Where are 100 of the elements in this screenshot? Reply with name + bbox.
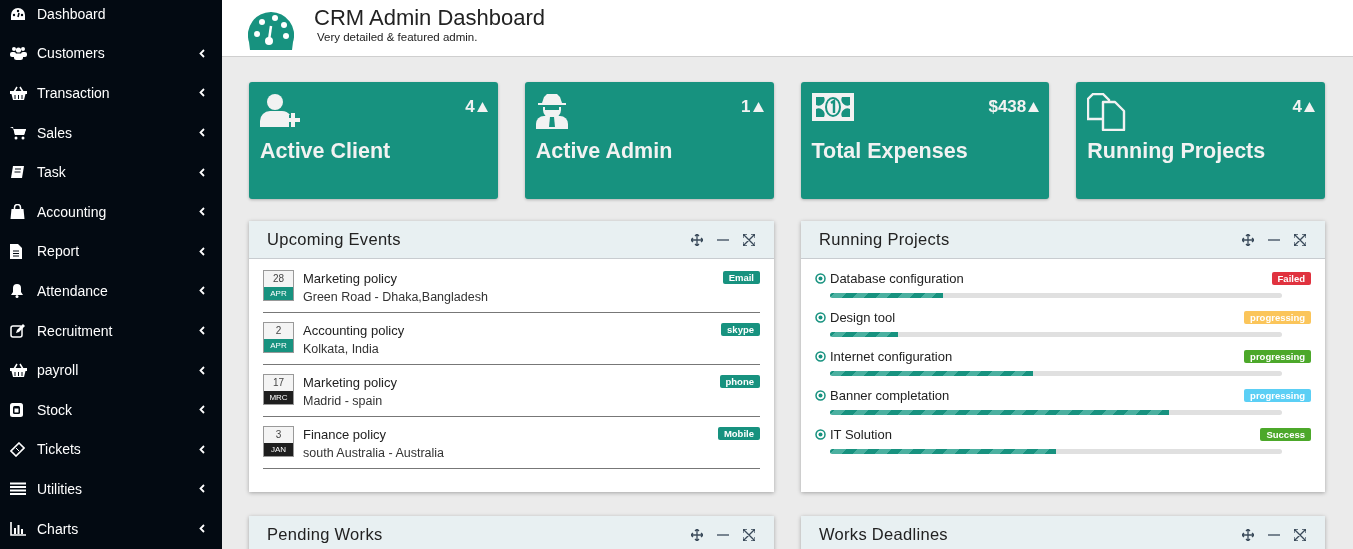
sidebar-item[interactable]: Transaction [0,73,222,113]
status-tag: progressing [1244,389,1311,402]
chevron-icon [199,207,205,217]
basket-icon [10,363,27,378]
event-place: Madrid - spain [303,394,384,408]
bell-icon [10,283,24,299]
status-tag: progressing [1244,311,1311,324]
target-icon [815,351,826,362]
status-tag: Failed [1271,272,1311,285]
date-day: 17 [264,375,293,391]
minimize-icon [1268,238,1280,241]
date-month: JAN [264,443,293,456]
book-icon [10,165,25,180]
page-subtitle: Very detailed & featured admin. [317,31,479,43]
chevron-icon [199,524,205,533]
document-icon [10,243,22,259]
project-name: IT Solution [830,427,893,442]
event-title: Finance policy [303,427,388,442]
project-name: Database configuration [830,271,965,286]
move-icon [691,233,703,246]
cart-icon [10,125,26,140]
spy-icon [535,93,568,129]
chevron-icon [199,444,205,454]
move-icon [1242,233,1254,246]
up-triangle-icon [476,102,488,112]
panel-title: Upcoming Events [267,230,402,249]
users-icon [10,46,27,61]
event-tag: Email [722,271,760,284]
event-place: Kolkata, India [303,342,380,356]
sidebar-item[interactable]: Sales [0,112,222,153]
stat-value: $438 [988,97,1027,117]
sidebar-item[interactable]: Dashboard [0,0,222,34]
basket-icon [10,86,27,100]
sidebar-item[interactable]: Tickets [0,429,222,470]
banknote-icon [811,93,854,121]
up-triangle-icon [1028,102,1040,112]
edit-icon [10,323,25,338]
up-triangle-icon [752,102,764,112]
sidebar-item[interactable]: Report [0,231,222,272]
sidebar-item[interactable]: Charts [0,508,222,549]
sidebar-item[interactable]: Task [0,152,222,192]
stat-value: 1 [741,97,751,117]
date-month: MRC [264,391,293,404]
project-name: Internet configuration [830,349,954,364]
target-icon [815,429,826,440]
event-tag: Mobile [717,427,760,440]
project-name: Design tool [830,310,897,325]
dashboard-icon [248,12,294,50]
target-icon [815,390,826,401]
minimize-icon [717,238,729,241]
chevron-icon [199,128,205,138]
event-place: south Australia - Australia [303,446,446,460]
event-place: Green Road - Dhaka,Bangladesh [303,290,489,304]
expand-icon [743,528,755,541]
stat-value: 4 [465,97,475,117]
date-month: APR [264,339,293,352]
sidebar-item[interactable]: Recruitment [0,310,222,351]
date-month: APR [264,287,293,300]
chevron-icon [199,365,205,375]
stat-label: Active Admin [535,139,674,164]
ticket-icon [10,441,25,457]
panel-title: Running Projects [819,230,951,249]
stat-label: Running Projects [1087,139,1267,164]
expand-icon [1294,528,1306,541]
event-tag: skype [721,323,760,336]
event-tag: phone [719,375,760,388]
minimize-icon [717,533,729,536]
sidebar-item[interactable]: Customers [0,33,222,74]
sidebar-item[interactable]: Accounting [0,191,222,232]
chevron-icon [199,167,205,177]
event-title: Accounting policy [303,323,406,338]
sidebar-item[interactable]: payroll [0,350,222,390]
panel-title: Works Deadlines [819,525,949,544]
move-icon [1242,528,1254,541]
chevron-icon [199,484,205,494]
status-tag: Success [1260,428,1311,441]
bar-chart-icon [10,521,26,536]
event-title: Marketing policy [303,375,398,390]
page-title: CRM Admin Dashboard [314,5,546,31]
date-day: 3 [264,427,293,443]
copy-documents-icon [1087,93,1127,131]
sidebar-item[interactable]: Attendance [0,271,222,311]
chevron-icon [199,48,205,58]
sidebar-item[interactable]: Utilities [0,469,222,509]
project-name: Banner completation [830,388,951,403]
target-icon [815,312,826,323]
chevron-icon [199,286,205,296]
status-tag: progressing [1244,350,1311,363]
up-triangle-icon [1304,102,1315,112]
stat-label: Total Expenses [811,139,969,164]
expand-icon [743,233,755,246]
chevron-icon [199,326,205,336]
move-icon [691,528,703,541]
panel-title: Pending Works [267,525,384,544]
date-day: 2 [264,323,293,339]
dashboard-icon [10,6,26,21]
jar-icon [10,402,23,417]
target-icon [815,273,826,284]
sidebar-item[interactable]: Stock [0,389,222,430]
event-title: Marketing policy [303,271,398,286]
